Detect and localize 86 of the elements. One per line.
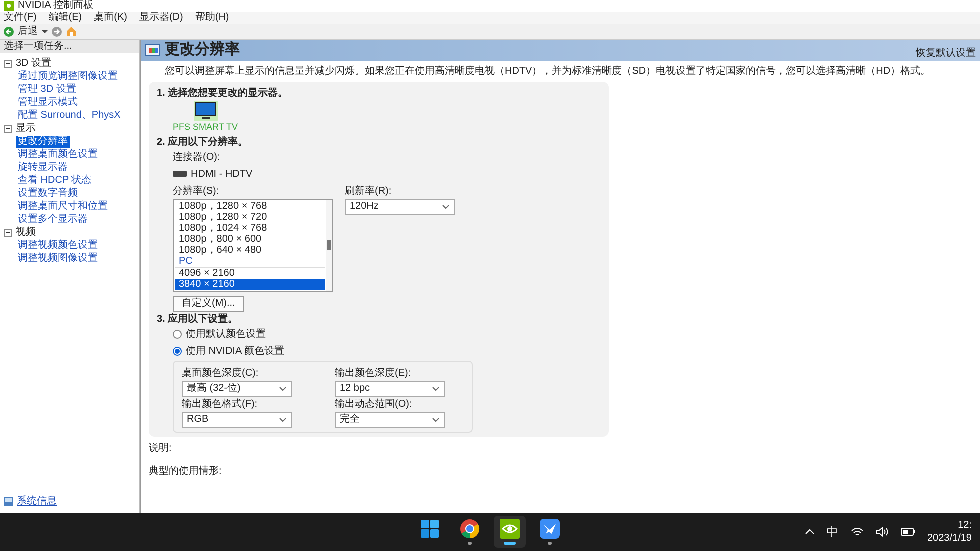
setting-dropdown[interactable]: 最高 (32-位) [182,380,292,396]
setting-label: 输出颜色格式(F): [182,398,259,412]
resolution-option[interactable]: 1080p，800 × 600 [175,234,325,244]
collapse-icon[interactable] [4,60,12,68]
resolution-option[interactable]: 1080p，640 × 480 [175,244,325,256]
refresh-rate-label: 刷新率(R): [345,184,393,198]
radio-button[interactable] [173,346,182,356]
windows-icon [420,519,440,539]
connector-value: HDMI - HDTV [191,168,253,182]
chevron-down-icon [279,384,287,392]
menu-item[interactable]: 桌面(K) [94,13,128,23]
radio-label: 使用 NVIDIA 颜色设置 [186,344,284,358]
resolution-option[interactable]: 1080p，1280 × 768 [175,200,325,212]
tv-icon[interactable] [194,101,218,121]
setting-dropdown[interactable]: RGB [182,412,292,428]
tree-item[interactable]: 配置 Surround、PhysX [16,110,123,122]
step-heading: 3. 应用以下设置。 [157,312,240,326]
wifi-icon[interactable] [850,527,864,537]
display-name: PFS SMART TV [173,121,238,134]
chevron-down-icon [432,416,440,424]
chevron-down-icon [432,384,440,392]
scrollbar[interactable] [326,200,332,290]
tree-item[interactable]: 管理显示模式 [16,96,80,108]
tree-group-label[interactable]: 视频 [16,228,36,238]
bird-icon [540,519,560,539]
radio-label: 使用默认颜色设置 [186,328,266,342]
page-title: 更改分辨率 [165,40,240,60]
resolution-option[interactable]: 1080p，1024 × 768 [175,222,325,234]
resolution-label: 分辨率(S): [173,184,220,198]
radio-button[interactable] [173,330,182,338]
system-info-link[interactable]: 系统信息 [17,494,57,509]
hdmi-plug-icon [173,171,187,177]
notes-label: 说明: [149,442,173,456]
back-arrow-icon [4,26,14,36]
list-group-header: PC [175,256,325,268]
step-heading: 1. 选择您想要更改的显示器。 [157,86,290,101]
resolution-option[interactable]: 4096 × 2160 [175,268,325,278]
chevron-up-icon[interactable] [804,529,814,535]
caret-icon[interactable] [42,28,48,34]
tree-item[interactable]: 管理 3D 设置 [16,84,78,96]
window-title: NVIDIA 控制面板 [18,1,94,11]
setting-label: 输出动态范围(O): [335,398,414,412]
tree-item[interactable]: 旋转显示器 [16,162,70,174]
speaker-icon[interactable] [876,527,888,537]
tree-item[interactable]: 调整视频图像设置 [16,252,100,264]
tree-item[interactable]: 设置数字音频 [16,188,80,200]
input-method-indicator[interactable]: 中 [826,523,838,541]
tree-item[interactable]: 调整桌面尺寸和位置 [16,200,110,212]
battery-icon[interactable] [900,528,916,536]
tree-item[interactable]: 设置多个显示器 [16,214,90,226]
connector-label: 连接器(O): [173,150,222,164]
page-description: 您可以调整屏幕上显示的信息量并减少闪烁。如果您正在使用高清晰度电视（HDTV），并为标准清晰度（SD）电视设置了特定国家的信号，您可以选择高清晰（HD）格式。 [164,65,932,78]
tree-group-label[interactable]: 显示 [16,124,36,134]
tree-item[interactable]: 查看 HDCP 状态 [16,174,94,186]
menu-item[interactable]: 文件(F) [4,13,37,23]
usage-label: 典型的使用情形: [149,464,223,478]
forward-icon[interactable] [52,26,62,36]
step-heading: 2. 应用以下分辨率。 [157,135,250,150]
menu-item[interactable]: 显示器(D) [139,13,184,23]
taskbar-app[interactable] [494,516,526,548]
refresh-rate-dropdown[interactable]: 120Hz [345,198,455,214]
resolution-option[interactable]: 3840 × 2160 [175,278,325,290]
tree-group-label[interactable]: 3D 设置 [16,58,52,68]
setting-dropdown[interactable]: 完全 [335,412,445,428]
chevron-down-icon [442,202,450,210]
collapse-icon[interactable] [4,228,12,236]
sidebar-heading: 选择一项任务... [0,40,139,53]
back-button[interactable]: 后退 [4,26,38,36]
restore-defaults-link[interactable]: 恢复默认设置 [916,46,976,61]
setting-label: 输出颜色深度(E): [335,366,412,380]
setting-label: 桌面颜色深度(C): [182,366,260,380]
menu-item[interactable]: 帮助(H) [195,13,230,23]
collapse-icon[interactable] [4,124,12,132]
browser-icon [460,519,480,539]
tree-item[interactable]: 调整视频颜色设置 [16,240,100,252]
menu-item[interactable]: 编辑(E) [48,13,82,23]
tree-item[interactable]: 更改分辨率 [16,136,70,148]
tree-item[interactable]: 通过预览调整图像设置 [16,70,120,82]
tree-item[interactable]: 调整桌面颜色设置 [16,148,100,160]
setting-dropdown[interactable]: 12 bpc [335,380,445,396]
display-settings-icon [145,42,161,58]
resolution-option[interactable]: 1080p，1280 × 720 [175,212,325,222]
eye-logo-icon [500,519,520,539]
custom-button[interactable]: 自定义(M)... [173,296,244,312]
clock[interactable]: 12: 2023/1/19 [928,519,972,545]
chevron-down-icon [279,416,287,424]
